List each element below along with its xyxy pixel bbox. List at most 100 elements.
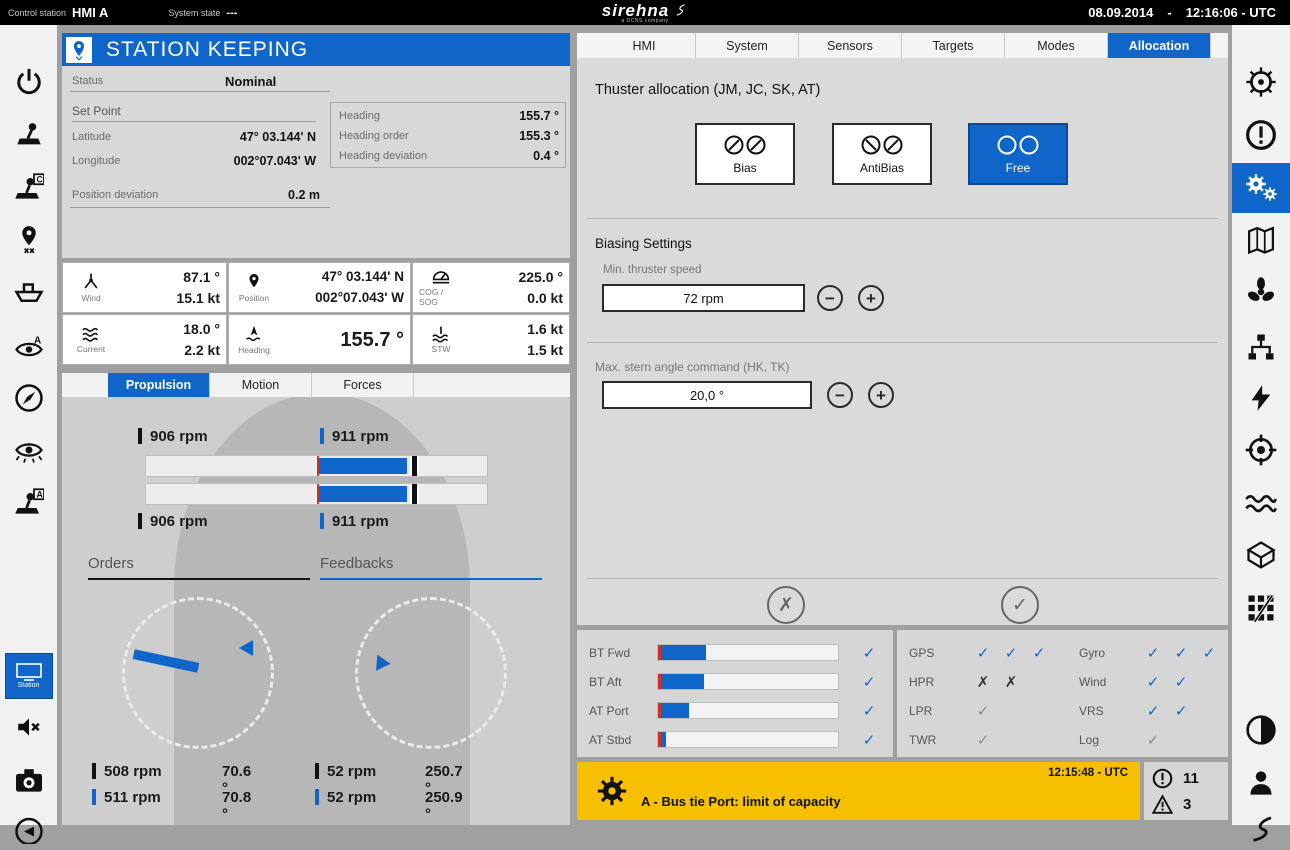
vrs-status-marks: ✓✓ — [1145, 702, 1189, 720]
gear-alarm-icon — [595, 774, 629, 808]
sidebar-item-power-supply[interactable] — [1232, 373, 1290, 423]
wind-speed: 15.1 kt — [113, 288, 220, 309]
azimuth-feedbacks-dial — [355, 597, 507, 749]
check-icon: ✓ — [861, 644, 877, 662]
min-speed-increase-button[interactable]: + — [858, 285, 884, 311]
right-tab-bar: HMI System Sensors Targets Modes Allocat… — [577, 33, 1228, 58]
sidebar-item-compass[interactable] — [0, 373, 57, 423]
feedbacks-header: Feedbacks — [320, 555, 542, 580]
azimuth-orders-dial — [122, 597, 274, 749]
tab-hmi[interactable]: HMI — [593, 33, 696, 58]
max-angle-increase-button[interactable]: + — [868, 382, 894, 408]
free-icon — [995, 133, 1041, 157]
min-speed-decrease-button[interactable]: − — [817, 285, 843, 311]
sidebar-item-station-display[interactable]: Station — [0, 651, 57, 701]
free-button[interactable]: Free — [968, 123, 1068, 185]
latitude-value: 47° 03.144' N — [240, 130, 316, 144]
sidebar-item-joystick[interactable] — [0, 110, 57, 160]
power-icon — [14, 67, 44, 97]
antibias-label: AntiBias — [860, 161, 904, 175]
right-sidebar — [1232, 25, 1290, 825]
feedback-tick-icon — [320, 513, 324, 529]
sidebar-item-charts[interactable] — [1232, 215, 1290, 265]
sidebar-item-contrast[interactable] — [1232, 705, 1290, 755]
position-deviation-label: Position deviation — [72, 189, 158, 201]
sidebar-item-network[interactable] — [1232, 322, 1290, 372]
tab-modes[interactable]: Modes — [1005, 33, 1108, 58]
sidebar-item-power-matrix[interactable] — [1232, 583, 1290, 633]
wind-cell: Wind 87.1 ° 15.1 kt — [62, 262, 227, 313]
check-icon: ✓ — [1173, 644, 1189, 662]
active-alarm-bar[interactable]: A - Bus tie Port: limit of capacity 12:1… — [577, 762, 1140, 820]
tab-targets[interactable]: Targets — [902, 33, 1005, 58]
sidebar-item-camera-pan[interactable] — [0, 808, 57, 850]
min-thruster-speed-field[interactable]: 72 rpm — [602, 284, 805, 312]
sidebar-item-propulsion[interactable] — [1232, 267, 1290, 317]
nav-data-grid: Wind 87.1 ° 15.1 kt Position 47° 03.144'… — [62, 262, 570, 366]
sidebar-item-waypoint[interactable] — [0, 215, 57, 265]
cog-sog-icon — [431, 268, 451, 286]
max-angle-decrease-button[interactable]: − — [827, 382, 853, 408]
mute-icon — [14, 714, 44, 740]
sidebar-item-power[interactable] — [0, 57, 57, 107]
tab-propulsion[interactable]: Propulsion — [108, 373, 210, 397]
warning-count-row[interactable]: 3 — [1152, 794, 1191, 815]
log-status-marks: ✓ — [1145, 731, 1161, 749]
station-name: HMI A — [72, 5, 108, 20]
antibias-button[interactable]: AntiBias — [832, 123, 932, 185]
check-icon: ✓ — [1145, 644, 1161, 662]
person-icon — [1247, 769, 1275, 797]
tunnel2-order: 906 rpm — [138, 513, 208, 530]
control-station-label: Control station — [8, 8, 66, 18]
motion-3d-icon — [1246, 540, 1276, 570]
sidebar-item-alarms[interactable] — [1232, 110, 1290, 160]
status-value: Nominal — [225, 74, 276, 89]
azimuth-order-arrow-icon — [239, 640, 253, 656]
order-rpm-2: 511 rpm — [104, 789, 161, 806]
sidebar-item-joystick-a[interactable]: A — [0, 478, 57, 528]
sidebar-item-settings[interactable] — [1232, 163, 1290, 213]
tab-allocation[interactable]: Allocation — [1108, 33, 1211, 58]
tab-system[interactable]: System — [696, 33, 799, 58]
tab-sensors[interactable]: Sensors — [799, 33, 902, 58]
max-stern-angle-field[interactable]: 20,0 ° — [602, 381, 812, 409]
order-angle-2: 70.8 ° — [222, 789, 251, 823]
bias-button[interactable]: Bias — [695, 123, 795, 185]
order-tick-icon — [315, 763, 319, 779]
datetime-separator: - — [1167, 5, 1171, 20]
compass-icon — [14, 383, 44, 413]
cancel-button[interactable]: ✗ — [767, 586, 805, 624]
sidebar-item-sirehna[interactable] — [1232, 807, 1290, 850]
divider — [587, 578, 1218, 579]
sensor-row-log: Log ✓ — [1079, 730, 1224, 750]
sidebar-item-crew[interactable] — [1232, 758, 1290, 808]
feedback-tick-icon — [320, 428, 324, 444]
position-longitude: 002°07.043' W — [273, 288, 404, 308]
sidebar-item-camera-a[interactable]: A — [0, 322, 57, 372]
alarm-count-row[interactable]: 11 — [1152, 768, 1199, 789]
sidebar-item-mute[interactable] — [0, 702, 57, 752]
tab-motion[interactable]: Motion — [210, 373, 312, 397]
sidebar-item-snapshot[interactable] — [0, 756, 57, 806]
sidebar-item-vessel[interactable] — [0, 267, 57, 317]
sensor-row-gps: GPS ✓✓✓ — [909, 643, 1059, 663]
thruster-row-bt-fwd: BT Fwd ✓ — [577, 643, 893, 663]
orders-header: Orders — [88, 555, 310, 580]
max-stern-angle-label: Max. stern angle command (HK, TK) — [595, 360, 790, 374]
datetime-display: 08.09.2014 - 12:16:06 - UTC — [1088, 5, 1276, 20]
sensor-row-hpr: HPR ✗✗ — [909, 672, 1059, 692]
confirm-button[interactable]: ✓ — [1001, 586, 1039, 624]
target-globe-icon — [1245, 434, 1277, 466]
position-deviation-value: 0.2 m — [288, 188, 320, 202]
sidebar-item-joystick-c[interactable]: C — [0, 163, 57, 213]
sidebar-item-helm[interactable] — [1232, 57, 1290, 107]
sidebar-item-sea-state[interactable] — [1232, 478, 1290, 528]
sidebar-item-camera-view[interactable] — [0, 425, 57, 475]
tab-forces[interactable]: Forces — [312, 373, 414, 397]
sidebar-item-targets[interactable] — [1232, 425, 1290, 475]
check-icon: ✓ — [1173, 702, 1189, 720]
system-state-label: System state — [168, 8, 220, 18]
position-pin-icon — [246, 272, 262, 292]
cog-sog-label: COG / SOG — [419, 287, 463, 307]
sidebar-item-motion-3d[interactable] — [1232, 530, 1290, 580]
